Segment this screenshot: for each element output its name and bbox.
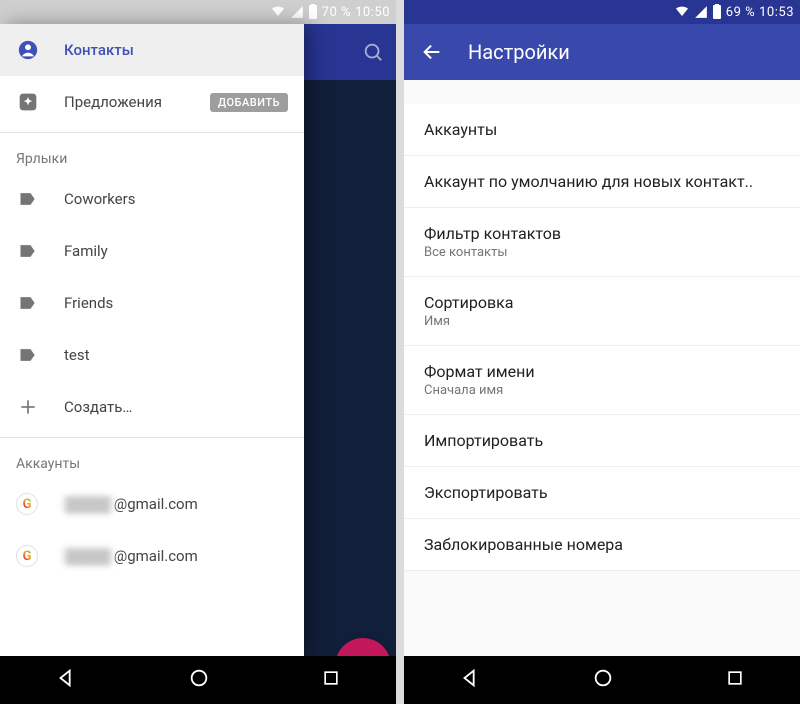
drawer-item-label: Контакты bbox=[64, 41, 288, 59]
recents-icon[interactable] bbox=[725, 668, 745, 692]
android-nav-bar bbox=[404, 656, 800, 704]
labels-section-header: Ярлыки bbox=[0, 137, 304, 173]
account-item-0[interactable]: G ▓▓▓▓@gmail.com bbox=[0, 478, 304, 530]
setting-title: Аккаунт по умолчанию для новых контакт.. bbox=[424, 172, 780, 191]
status-bar: 70 % 10:50 bbox=[0, 0, 396, 24]
drawer-item-label: Family bbox=[64, 242, 288, 260]
battery-icon bbox=[308, 4, 318, 20]
phone-right: 69 % 10:53 Настройки Аккаунты Аккаунт по… bbox=[404, 0, 800, 704]
status-bar: 69 % 10:53 bbox=[404, 0, 800, 24]
home-icon[interactable] bbox=[592, 667, 614, 693]
divider bbox=[0, 437, 304, 438]
accounts-section-header: Аккаунты bbox=[0, 442, 304, 478]
battery-percent: 70 % bbox=[322, 5, 351, 20]
setting-title: Фильтр контактов bbox=[424, 224, 780, 243]
signal-icon bbox=[694, 5, 708, 19]
drawer-item-label: Friends bbox=[64, 294, 288, 312]
clock: 10:50 bbox=[355, 5, 390, 20]
back-arrow-icon[interactable] bbox=[420, 40, 444, 64]
battery-percent: 69 % bbox=[726, 5, 755, 20]
add-suggestions-chip[interactable]: ДОБАВИТЬ bbox=[210, 93, 288, 112]
label-item-coworkers[interactable]: Coworkers bbox=[0, 173, 304, 225]
setting-export[interactable]: Экспортировать bbox=[404, 467, 800, 519]
create-label[interactable]: Создать… bbox=[0, 381, 304, 433]
label-item-family[interactable]: Family bbox=[0, 225, 304, 277]
back-icon[interactable] bbox=[55, 667, 77, 693]
setting-subtitle: Сначала имя bbox=[424, 383, 780, 398]
settings-list[interactable]: Аккаунты Аккаунт по умолчанию для новых … bbox=[404, 80, 800, 704]
wifi-icon bbox=[674, 4, 690, 20]
signal-icon bbox=[290, 5, 304, 19]
settings-appbar: Настройки bbox=[404, 24, 800, 80]
appbar-title: Настройки bbox=[468, 40, 570, 64]
google-icon: G bbox=[16, 493, 38, 515]
setting-sort[interactable]: Сортировка Имя bbox=[404, 277, 800, 346]
setting-title: Аккаунты bbox=[424, 120, 780, 139]
setting-contacts-filter[interactable]: Фильтр контактов Все контакты bbox=[404, 208, 800, 277]
setting-import[interactable]: Импортировать bbox=[404, 415, 800, 467]
clock: 10:53 bbox=[759, 5, 794, 20]
phone-left: кса + 70 % 10:50 Контакты bbox=[0, 0, 396, 704]
setting-blocked-numbers[interactable]: Заблокированные номера bbox=[404, 519, 800, 571]
setting-accounts[interactable]: Аккаунты bbox=[404, 104, 800, 156]
android-nav-bar bbox=[0, 656, 396, 704]
search-icon[interactable] bbox=[362, 41, 384, 63]
home-icon[interactable] bbox=[188, 667, 210, 693]
drawer-item-label: test bbox=[64, 346, 288, 364]
label-icon bbox=[16, 343, 40, 367]
setting-subtitle: Имя bbox=[424, 314, 780, 329]
drawer-item-label: Coworkers bbox=[64, 190, 288, 208]
setting-title: Формат имени bbox=[424, 362, 780, 381]
google-icon: G bbox=[16, 545, 38, 567]
recents-icon[interactable] bbox=[321, 668, 341, 692]
nav-drawer: Контакты Предложения ДОБАВИТЬ Ярлыки Cow… bbox=[0, 24, 304, 656]
wifi-icon bbox=[270, 4, 286, 20]
label-item-test[interactable]: test bbox=[0, 329, 304, 381]
drawer-item-contacts[interactable]: Контакты bbox=[0, 24, 304, 76]
account-email: ▓▓▓▓@gmail.com bbox=[62, 547, 288, 565]
sparkle-icon bbox=[16, 90, 40, 114]
plus-icon bbox=[16, 395, 40, 419]
drawer-item-label: Создать… bbox=[64, 398, 288, 416]
setting-default-account[interactable]: Аккаунт по умолчанию для новых контакт.. bbox=[404, 156, 800, 208]
drawer-item-label: Предложения bbox=[64, 93, 186, 111]
setting-title: Экспортировать bbox=[424, 483, 780, 502]
label-item-friends[interactable]: Friends bbox=[0, 277, 304, 329]
masked-username: ▓▓▓▓ bbox=[62, 547, 114, 565]
account-item-1[interactable]: G ▓▓▓▓@gmail.com bbox=[0, 530, 304, 582]
label-icon bbox=[16, 187, 40, 211]
setting-title: Сортировка bbox=[424, 293, 780, 312]
label-icon bbox=[16, 239, 40, 263]
setting-name-format[interactable]: Формат имени Сначала имя bbox=[404, 346, 800, 415]
setting-title: Заблокированные номера bbox=[424, 535, 780, 554]
drawer-item-suggestions[interactable]: Предложения ДОБАВИТЬ bbox=[0, 76, 304, 128]
person-icon bbox=[16, 38, 40, 62]
battery-icon bbox=[712, 4, 722, 20]
label-icon bbox=[16, 291, 40, 315]
account-email: ▓▓▓▓@gmail.com bbox=[62, 495, 288, 513]
back-icon[interactable] bbox=[459, 667, 481, 693]
setting-subtitle: Все контакты bbox=[424, 245, 780, 260]
divider bbox=[0, 132, 304, 133]
masked-username: ▓▓▓▓ bbox=[62, 495, 114, 513]
setting-title: Импортировать bbox=[424, 431, 780, 450]
